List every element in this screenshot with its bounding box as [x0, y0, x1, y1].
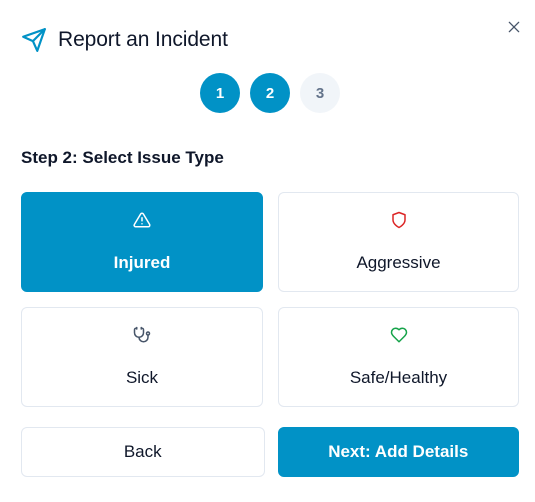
report-incident-dialog: Report an Incident 1 2 3 Step 2: Select … — [0, 0, 535, 502]
send-icon — [21, 27, 47, 53]
step-1-indicator: 1 — [200, 73, 240, 113]
option-label: Injured — [113, 253, 171, 272]
shield-icon — [389, 210, 409, 230]
option-safe-healthy[interactable]: Safe/Healthy — [278, 307, 519, 407]
issue-type-options: Injured Aggressive Sick Safe/Healthy — [21, 192, 519, 407]
heart-icon — [389, 325, 409, 345]
dialog-footer: Back Next: Add Details — [21, 427, 519, 477]
back-button[interactable]: Back — [21, 427, 265, 477]
option-label: Aggressive — [356, 253, 441, 272]
option-injured[interactable]: Injured — [21, 192, 263, 292]
option-aggressive[interactable]: Aggressive — [278, 192, 519, 292]
close-button[interactable] — [502, 15, 526, 39]
alert-triangle-icon — [132, 210, 152, 230]
stepper: 1 2 3 — [0, 73, 535, 113]
stethoscope-icon — [132, 325, 152, 345]
option-sick[interactable]: Sick — [21, 307, 263, 407]
dialog-title: Report an Incident — [58, 28, 228, 51]
option-label: Sick — [125, 368, 159, 387]
step-3-indicator: 3 — [300, 73, 340, 113]
option-label: Safe/Healthy — [349, 368, 448, 387]
dialog-header: Report an Incident — [21, 27, 228, 53]
close-icon — [508, 21, 520, 33]
next-button[interactable]: Next: Add Details — [277, 427, 519, 477]
step-2-indicator: 2 — [250, 73, 290, 113]
step-title: Step 2: Select Issue Type — [21, 148, 224, 167]
